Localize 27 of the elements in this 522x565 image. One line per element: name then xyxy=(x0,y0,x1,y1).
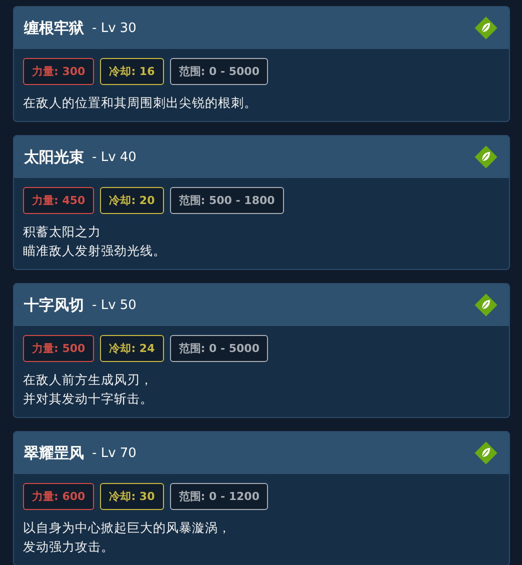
range-stat: 范围: 0 - 1200 xyxy=(170,483,268,510)
power-stat: 力量: 300 xyxy=(23,58,94,85)
power-stat: 力量: 600 xyxy=(23,483,94,510)
skill-name: 缠根牢狱 xyxy=(24,18,84,38)
range-stat: 范围: 0 - 5000 xyxy=(170,335,268,362)
skill-level: - Lv 40 xyxy=(92,150,138,164)
skill-description: 在敌人前方生成风刃， xyxy=(23,371,154,389)
skill-description: 发动强力攻击。 xyxy=(23,538,115,556)
skill-level: - Lv 70 xyxy=(92,446,138,460)
skill-level: - Lv 50 xyxy=(92,298,138,312)
skill-name: 十字风切 xyxy=(24,296,84,314)
skill-name: 翠耀罡风 xyxy=(24,444,84,462)
skill-name: 太阳光束 xyxy=(24,148,84,166)
skill-level: - Lv 30 xyxy=(92,20,138,36)
cooldown-stat: 冷却: 24 xyxy=(100,335,164,362)
cooldown-stat: 冷却: 20 xyxy=(100,187,164,214)
power-stat: 力量: 500 xyxy=(23,335,94,362)
range-stat: 范围: 500 - 1800 xyxy=(170,187,284,214)
power-stat: 力量: 450 xyxy=(23,187,94,214)
skill-description: 瞄准敌人发射强劲光线。 xyxy=(23,242,167,260)
cooldown-stat: 冷却: 30 xyxy=(100,483,164,510)
cooldown-stat: 冷却: 16 xyxy=(100,58,164,85)
range-stat: 范围: 0 - 5000 xyxy=(170,58,268,85)
skill-description: 在敌人的位置和其周围刺出尖锐的根刺。 xyxy=(23,94,258,112)
skill-description: 以自身为中心掀起巨大的风暴漩涡， xyxy=(23,519,232,537)
skill-description: 积蓄太阳之力 xyxy=(23,223,102,241)
skill-description: 并对其发动十字斩击。 xyxy=(23,390,154,408)
